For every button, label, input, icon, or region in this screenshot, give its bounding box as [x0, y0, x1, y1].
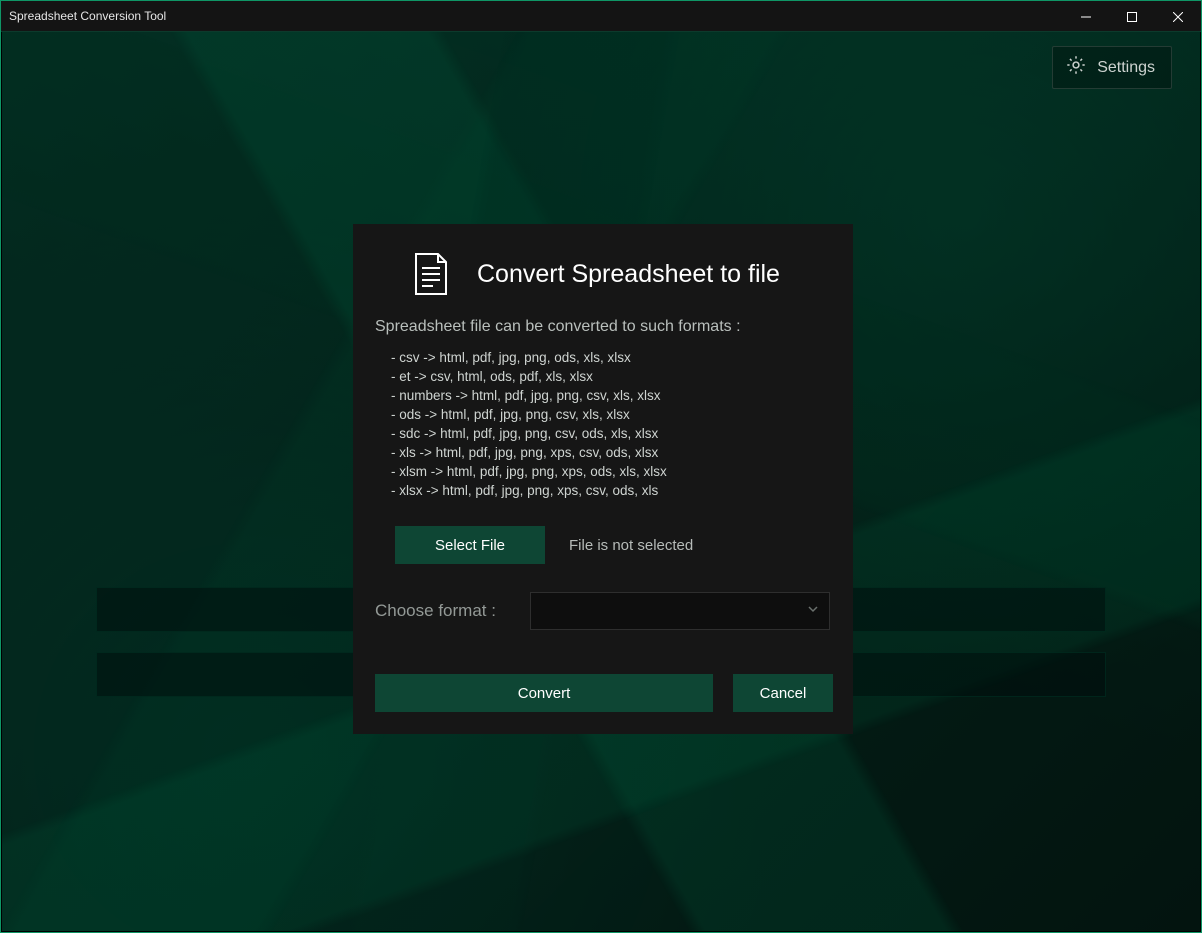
format-list-item: sdc -> html, pdf, jpg, png, csv, ods, xl…	[391, 424, 831, 443]
gear-icon	[1065, 54, 1087, 81]
minimize-button[interactable]	[1063, 1, 1109, 32]
format-list-item: ods -> html, pdf, jpg, png, csv, xls, xl…	[391, 405, 831, 424]
chevron-down-icon	[807, 602, 819, 620]
window-controls	[1063, 1, 1201, 31]
window-title: Spreadsheet Conversion Tool	[9, 9, 166, 23]
dialog-header: Convert Spreadsheet to file	[413, 252, 831, 296]
format-list-item: csv -> html, pdf, jpg, png, ods, xls, xl…	[391, 348, 831, 367]
format-list-item: xls -> html, pdf, jpg, png, xps, csv, od…	[391, 443, 831, 462]
choose-format-row: Choose format :	[375, 592, 831, 630]
dialog-actions: Convert Cancel	[375, 674, 831, 712]
dialog-subtitle: Spreadsheet file can be converted to suc…	[375, 318, 831, 336]
cancel-button[interactable]: Cancel	[733, 674, 833, 712]
choose-format-label: Choose format :	[375, 601, 496, 621]
convert-button[interactable]: Convert	[375, 674, 713, 712]
format-list: csv -> html, pdf, jpg, png, ods, xls, xl…	[375, 348, 831, 500]
format-dropdown[interactable]	[530, 592, 830, 630]
format-list-item: xlsm -> html, pdf, jpg, png, xps, ods, x…	[391, 462, 831, 481]
file-select-row: Select File File is not selected	[375, 526, 831, 564]
dialog-title: Convert Spreadsheet to file	[477, 260, 780, 289]
format-list-item: numbers -> html, pdf, jpg, png, csv, xls…	[391, 386, 831, 405]
maximize-button[interactable]	[1109, 1, 1155, 32]
settings-label: Settings	[1097, 59, 1155, 77]
close-button[interactable]	[1155, 1, 1201, 32]
client-area: Settings Convert Spreadsheet to file	[2, 32, 1200, 931]
select-file-button[interactable]: Select File	[395, 526, 545, 564]
convert-dialog: Convert Spreadsheet to file Spreadsheet …	[353, 224, 853, 734]
format-list-item: et -> csv, html, ods, pdf, xls, xlsx	[391, 367, 831, 386]
file-status-label: File is not selected	[569, 537, 693, 554]
format-list-item: xlsx -> html, pdf, jpg, png, xps, csv, o…	[391, 481, 831, 500]
app-window: Spreadsheet Conversion Tool	[0, 0, 1202, 933]
document-icon	[413, 252, 449, 296]
settings-button[interactable]: Settings	[1052, 46, 1172, 89]
title-bar: Spreadsheet Conversion Tool	[1, 1, 1201, 32]
